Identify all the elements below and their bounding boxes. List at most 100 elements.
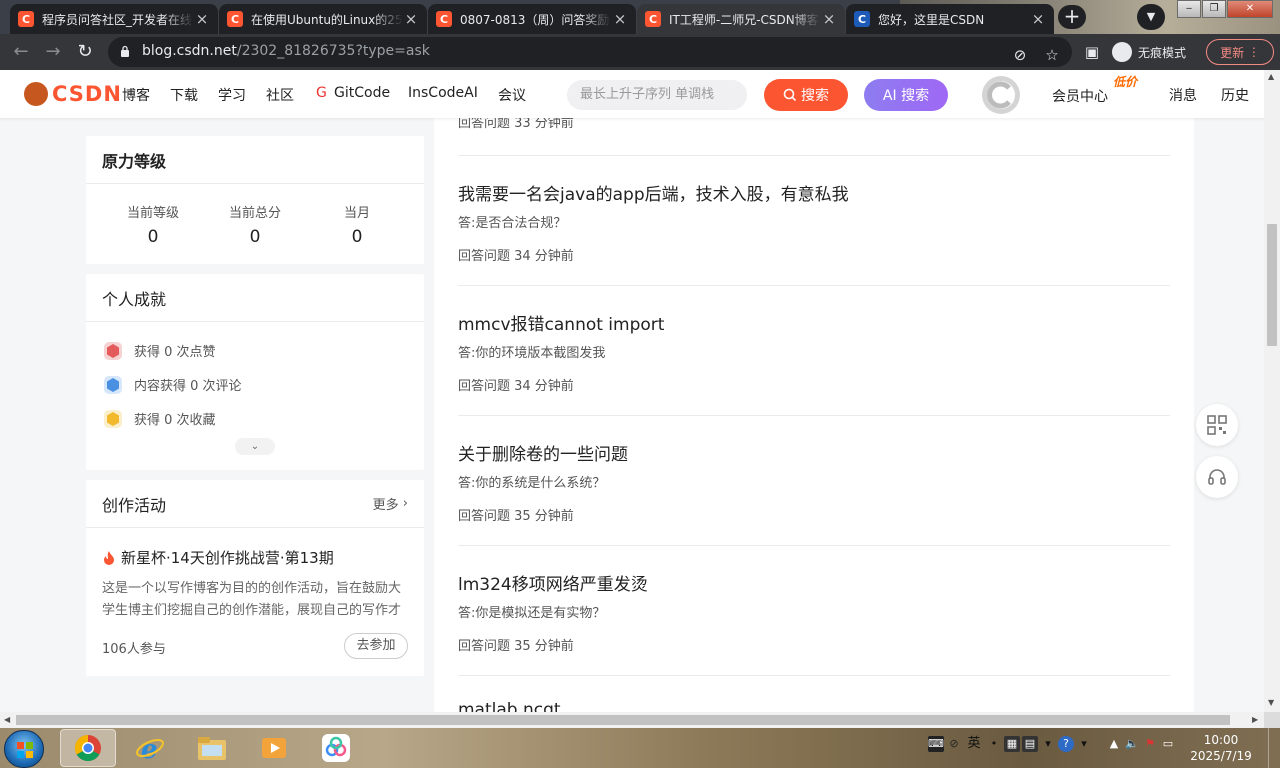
ime-options-icon[interactable]: ▾ (1076, 736, 1092, 752)
show-desktop-button[interactable] (1268, 728, 1280, 768)
ime-settings-icon[interactable]: ▦ (1004, 736, 1020, 752)
question-title[interactable]: 关于删除卷的一些问题 (458, 440, 1170, 465)
vertical-scroll-thumb[interactable] (1267, 224, 1277, 346)
list-item[interactable]: lm324移项网络严重发烫 答:你是模拟还是有实物？ 回答问题 35 分钟前 (458, 570, 1170, 654)
tab-close-icon[interactable]: × (821, 10, 837, 28)
list-item[interactable]: 关于删除卷的一些问题 答:你的系统是什么系统？ 回答问题 35 分钟前 (458, 440, 1170, 524)
scroll-up-icon[interactable]: ▲ (1268, 72, 1274, 81)
tab-close-icon[interactable]: × (403, 10, 419, 28)
list-item[interactable]: mmcv报错cannot import 答:你的环境版本截图发我 回答问题 34… (458, 310, 1170, 394)
scroll-down-icon[interactable]: ▼ (1268, 698, 1274, 707)
reload-icon[interactable]: ↻ (72, 39, 98, 65)
tab-close-icon[interactable]: × (1030, 10, 1046, 28)
taskbar-ie[interactable]: e (122, 729, 178, 767)
tab-search-chevron-icon[interactable]: ▼ (1137, 4, 1165, 30)
taskbar-explorer[interactable] (184, 729, 240, 767)
user-avatar-icon[interactable] (980, 74, 1022, 116)
nav-download[interactable]: 下载 (170, 85, 198, 105)
divider (458, 155, 1170, 156)
expand-chevron-icon[interactable]: ⌄ (235, 438, 275, 455)
tray-expand-icon[interactable]: ▲ (1106, 736, 1122, 752)
address-bar[interactable]: blog.csdn.net/2302_81826735?type=ask ⊘ ☆ (108, 37, 1072, 67)
vip-center-link[interactable]: 会员中心 (1052, 86, 1108, 106)
answer-meta: 回答问题 34 分钟前 (458, 249, 574, 264)
list-item[interactable]: 我需要一名会java的app后端，技术入股，有意私我 答:是否合法合规？ 回答问… (458, 180, 1170, 264)
network-warning-icon[interactable]: ⚑ (1142, 736, 1158, 752)
bookmark-star-icon[interactable]: ☆ (1040, 43, 1064, 67)
cloud-app-icon (322, 734, 350, 762)
display-icon[interactable]: ▭ (1160, 736, 1176, 752)
nav-inscode[interactable]: InsCodeAI (408, 85, 478, 101)
search-input[interactable]: 最长上升子序列 单调栈 (567, 80, 747, 110)
nav-meeting[interactable]: 会议 (498, 85, 526, 105)
tab-blog-active[interactable]: C IT工程师-二师兄-CSDN博客 × (637, 4, 845, 34)
incognito-indicator[interactable]: 无痕模式 (1112, 40, 1186, 64)
ai-search-button[interactable]: AI 搜索 (864, 79, 948, 111)
back-arrow-icon[interactable]: ← (8, 39, 34, 65)
minimize-button[interactable]: ‒ (1177, 0, 1201, 18)
flame-icon (104, 550, 114, 565)
csdn-logo[interactable]: CSDN (24, 82, 122, 106)
achievement-likes: 获得 0 次点赞 (104, 341, 216, 360)
gitcode-icon: G (316, 85, 327, 101)
ime-language-indicator[interactable]: 英 (964, 736, 984, 752)
nav-blog[interactable]: 博客 (122, 85, 150, 105)
horizontal-scroll-thumb[interactable] (16, 715, 1230, 725)
answer-meta: 回答问题 34 分钟前 (458, 379, 574, 394)
tab-csdn-home[interactable]: C 您好，这里是CSDN × (846, 4, 1054, 34)
update-button[interactable]: 更新 ⋮ (1206, 39, 1274, 65)
ime-keyboard-icon[interactable]: ⌨ (928, 736, 944, 752)
browser-tab-strip: C 程序员问答社区_开发者在线 × C 在使用Ubuntu的Linux的25 ×… (0, 0, 1280, 34)
customer-service-button[interactable] (1196, 456, 1238, 498)
vertical-scrollbar[interactable]: ▲ ▼ (1264, 70, 1280, 712)
system-clock[interactable]: 10:00 2025/7/19 (1190, 732, 1252, 764)
tab-close-icon[interactable]: × (612, 10, 628, 28)
taskbar-app[interactable] (308, 729, 364, 767)
maximize-button[interactable]: ❐ (1202, 0, 1226, 18)
history-link[interactable]: 历史 (1221, 85, 1249, 105)
tab-title: 0807-0813（周）问答奖励 (460, 12, 610, 27)
volume-icon[interactable]: 🔈 (1124, 736, 1140, 752)
taskbar-chrome[interactable] (60, 729, 116, 767)
messages-link[interactable]: 消息 (1169, 85, 1197, 105)
more-link[interactable]: 更多 › (373, 494, 408, 513)
card-title: 个人成就 (102, 289, 167, 309)
close-window-button[interactable]: ✕ (1227, 0, 1273, 18)
taskbar-media-player[interactable] (246, 729, 302, 767)
creation-activity-card: 创作活动 更多 › 新星杯·14天创作挑战营·第13期 这是一个以写作博客为目的… (86, 480, 424, 676)
forward-arrow-icon[interactable]: → (40, 39, 66, 65)
ime-menu-icon[interactable]: ▾ (1040, 736, 1056, 752)
question-title[interactable]: lm324移项网络严重发烫 (458, 570, 1170, 595)
scroll-right-icon[interactable]: ▶ (1252, 715, 1258, 724)
search-button[interactable]: 搜索 (764, 79, 848, 111)
tab-close-icon[interactable]: × (194, 10, 210, 28)
scroll-left-icon[interactable]: ◀ (4, 715, 10, 724)
stat-current-level: 当前等级 0 (126, 206, 179, 247)
help-icon[interactable]: ? (1058, 736, 1074, 752)
no-entry-icon[interactable]: ⊘ (946, 736, 962, 752)
question-title[interactable]: mmcv报错cannot import (458, 310, 1170, 335)
divider (458, 675, 1170, 676)
nav-community[interactable]: 社区 (266, 85, 294, 105)
nav-learn[interactable]: 学习 (218, 85, 246, 105)
chrome-icon (74, 734, 101, 762)
list-item-partial[interactable]: matlab ncgt (458, 700, 1170, 712)
eye-off-icon[interactable]: ⊘ (1008, 43, 1032, 67)
side-panel-icon[interactable]: ▣ (1080, 40, 1104, 64)
ime-punct-icon[interactable]: • (986, 736, 1002, 752)
tab-weekly-reward[interactable]: C 0807-0813（周）问答奖励 × (428, 4, 636, 34)
tab-qa-community[interactable]: C 程序员问答社区_开发者在线 × (10, 4, 218, 34)
event-title[interactable]: 新星杯·14天创作挑战营·第13期 (102, 547, 334, 568)
question-title[interactable]: matlab ncgt (458, 700, 1170, 712)
join-button[interactable]: 去参加 (344, 633, 408, 659)
qr-code-button[interactable] (1196, 404, 1238, 446)
tab-ubuntu[interactable]: C 在使用Ubuntu的Linux的25 × (219, 4, 427, 34)
question-title[interactable]: 我需要一名会java的app后端，技术入股，有意私我 (458, 180, 1170, 205)
start-button[interactable] (4, 730, 44, 768)
windows-taskbar: e ⌨ ⊘ 英 • ▦ ▤ ▾ ? ▾ ▲ 🔈 ⚑ ▭ 10:00 2025/7… (0, 728, 1280, 768)
nav-gitcode[interactable]: GitCode (334, 85, 390, 101)
favorite-badge-icon (104, 409, 122, 428)
new-tab-button[interactable]: + (1058, 5, 1086, 29)
ime-toolbox-icon[interactable]: ▤ (1022, 736, 1038, 752)
horizontal-scrollbar[interactable]: ◀ ▶ (0, 712, 1264, 728)
